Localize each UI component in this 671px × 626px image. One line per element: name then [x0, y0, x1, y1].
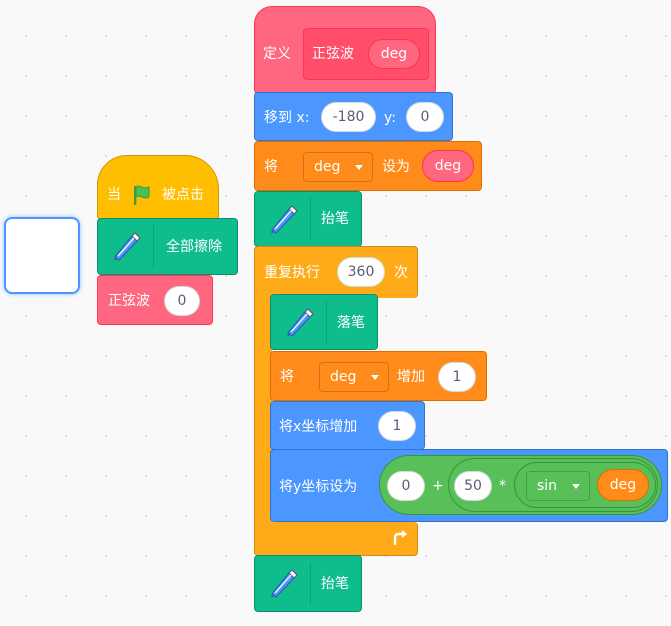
pen-separator: [310, 562, 311, 605]
repeat-arrow-icon: [393, 530, 407, 546]
pen-down-block[interactable]: 落笔: [270, 294, 378, 350]
pen-down-label: 落笔: [337, 315, 365, 331]
pen-icon: [287, 308, 314, 337]
define-name: 正弦波: [312, 46, 354, 62]
change-var-value-input[interactable]: 1: [438, 362, 476, 392]
change-var-pre-label: 将: [280, 369, 294, 385]
when-label: 当: [107, 187, 121, 203]
change-x-block[interactable]: 将x坐标增加 1: [270, 401, 425, 450]
goto-xy-block[interactable]: 移到 x: -180 y: 0: [254, 92, 453, 141]
repeat-arm-top[interactable]: 重复执行 360 次: [254, 246, 418, 298]
when-flag-clicked-block[interactable]: 当 被点击: [97, 155, 219, 220]
dropdown-arrow-icon: [355, 165, 363, 170]
change-variable-block[interactable]: 将 deg 增加 1: [270, 351, 487, 401]
pen-separator: [326, 301, 327, 343]
pen-up-block-2[interactable]: 抬笔: [254, 555, 362, 612]
multiply-left-input[interactable]: 50: [454, 471, 492, 501]
set-var-mid-label: 设为: [382, 159, 410, 175]
sine-arg-input[interactable]: 0: [164, 286, 200, 316]
pen-clear-block[interactable]: 全部擦除: [97, 218, 238, 275]
set-var-dropdown-value: deg: [314, 159, 341, 175]
goto-x-input[interactable]: -180: [321, 102, 376, 132]
define-block[interactable]: 定义 正弦波 deg: [254, 6, 436, 94]
dropdown-arrow-icon: [572, 484, 580, 489]
sin-arg-deg-reporter[interactable]: deg: [597, 469, 649, 501]
pen-icon: [271, 569, 298, 598]
set-y-block[interactable]: 将y坐标设为 0 + 50 * sin deg: [270, 449, 668, 522]
call-sine-label: 正弦波: [108, 293, 150, 309]
change-x-label: 将x坐标增加: [279, 419, 358, 435]
set-var-value-reporter[interactable]: deg: [422, 150, 474, 182]
pen-up-label: 抬笔: [321, 576, 349, 592]
define-keyword: 定义: [263, 46, 291, 62]
math-function-value: sin: [537, 478, 558, 494]
set-var-pre-label: 将: [264, 159, 278, 175]
pen-up-label: 抬笔: [321, 211, 349, 227]
change-var-dropdown[interactable]: deg: [319, 362, 389, 392]
repeat-arm-bottom: [254, 522, 418, 556]
clicked-label: 被点击: [162, 187, 204, 203]
pen-icon: [271, 205, 298, 234]
param-deg-reporter[interactable]: deg: [368, 39, 420, 69]
set-var-dropdown[interactable]: deg: [303, 152, 373, 182]
define-prototype[interactable]: 正弦波 deg: [303, 28, 429, 80]
set-variable-block[interactable]: 将 deg 设为 deg: [254, 141, 482, 191]
math-function-operator[interactable]: sin deg: [514, 462, 656, 508]
call-sine-block[interactable]: 正弦波 0: [97, 275, 213, 325]
math-function-dropdown[interactable]: sin: [526, 471, 590, 501]
plus-sign: +: [432, 478, 444, 494]
repeat-times-input[interactable]: 360: [337, 257, 385, 287]
goto-y-label: y:: [384, 110, 396, 126]
clear-all-label: 全部擦除: [166, 239, 222, 255]
pen-separator: [153, 225, 154, 268]
change-var-dropdown-value: deg: [330, 369, 357, 385]
repeat-label: 重复执行: [264, 265, 320, 281]
pen-up-block-1[interactable]: 抬笔: [254, 191, 362, 247]
dropdown-arrow-icon: [371, 375, 379, 380]
pen-icon: [114, 232, 141, 261]
stage-thumbnail[interactable]: [4, 217, 80, 294]
set-y-label: 将y坐标设为: [279, 479, 358, 495]
add-operator[interactable]: 0 + 50 * sin deg: [379, 455, 662, 515]
goto-y-input[interactable]: 0: [406, 102, 444, 132]
green-flag-icon: [134, 185, 150, 205]
multiply-operator[interactable]: 50 * sin deg: [448, 458, 658, 512]
times-sign: *: [499, 478, 506, 494]
add-left-input[interactable]: 0: [387, 471, 425, 501]
pen-separator: [310, 198, 311, 240]
repeat-unit-label: 次: [394, 265, 408, 281]
goto-x-label: 移到 x:: [264, 110, 310, 126]
change-x-input[interactable]: 1: [378, 411, 416, 441]
change-var-mid-label: 增加: [397, 369, 425, 385]
